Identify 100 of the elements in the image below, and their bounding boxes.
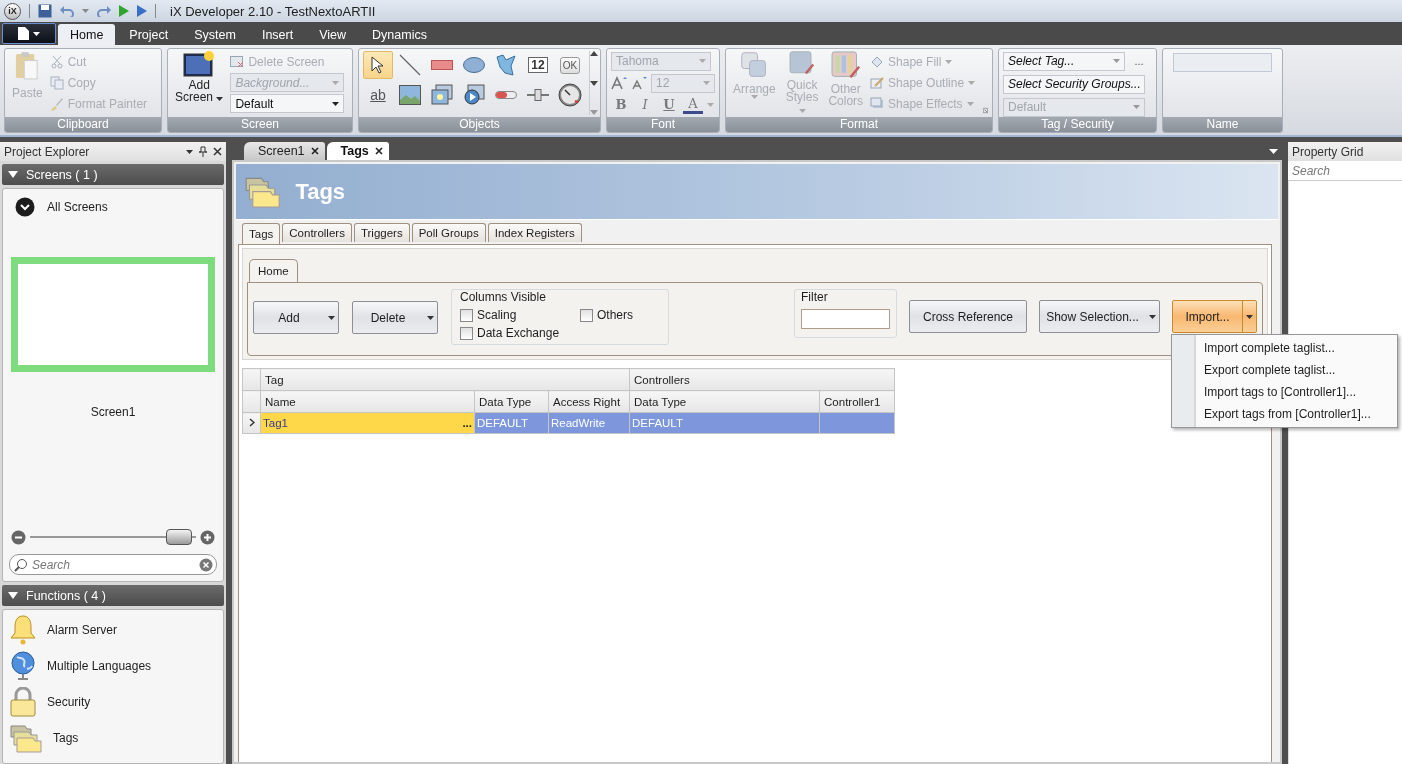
caret-icon	[1148, 314, 1156, 319]
media-icon	[463, 84, 485, 106]
function-item[interactable]: Tags	[9, 720, 217, 756]
function-item[interactable]: Multiple Languages	[9, 648, 217, 684]
scroll-up-icon[interactable]	[590, 51, 598, 56]
caret-icon	[327, 315, 335, 320]
tab[interactable]: Index Registers	[487, 223, 582, 242]
menu-item[interactable]: Import tags to [Controller1]...	[1172, 381, 1397, 403]
split-button[interactable]: Delete	[352, 301, 438, 334]
play-icon[interactable]	[137, 5, 147, 17]
slider-icon	[527, 89, 549, 101]
tab[interactable]: Home	[249, 259, 298, 282]
slider-thumb[interactable]	[166, 529, 193, 545]
section-header[interactable]: Functions ( 4 )	[2, 585, 224, 606]
group-label: Tag / Security	[999, 117, 1156, 132]
group-label: Screen	[168, 117, 352, 132]
application-menu-button[interactable]	[2, 23, 56, 44]
bar-icon	[495, 91, 517, 99]
tab[interactable]: Tags	[242, 223, 281, 244]
object-label: 12	[528, 57, 548, 73]
zoom-in-icon[interactable]	[200, 529, 215, 545]
object-tool-button[interactable]: ab	[363, 81, 393, 109]
menu-item[interactable]: Import complete taglist...	[1172, 337, 1397, 359]
object-label: OK	[559, 56, 581, 74]
more-button[interactable]: ...	[1129, 51, 1149, 71]
close-icon[interactable]	[310, 147, 319, 155]
function-item[interactable]: Alarm Server	[9, 612, 217, 648]
split-button[interactable]: Add	[253, 301, 339, 334]
zoom-slider[interactable]	[30, 529, 196, 545]
caret-icon	[968, 80, 976, 85]
scroll-down-icon[interactable]	[590, 80, 598, 86]
ribbon-tab[interactable]: Insert	[249, 24, 306, 45]
ribbon-tab[interactable]: Dynamics	[360, 24, 439, 45]
checkbox[interactable]: Others	[580, 308, 660, 322]
ribbon-tab[interactable]: Project	[117, 24, 181, 45]
checkbox[interactable]: Data Exchange	[460, 326, 580, 340]
column-header[interactable]: Data Type	[629, 390, 820, 413]
rectangle-icon	[431, 60, 453, 70]
dropdown[interactable]: Select Tag...	[1003, 51, 1125, 71]
redo-icon[interactable]	[97, 5, 111, 17]
padlock-icon	[9, 687, 37, 717]
menu-item[interactable]: Export complete taglist...	[1172, 359, 1397, 381]
tab[interactable]: Triggers	[353, 223, 410, 242]
page-title: Tags	[295, 178, 346, 205]
ellipsis-button[interactable]: ...	[462, 417, 472, 429]
caret-icon	[33, 31, 40, 36]
object-tool-button[interactable]	[555, 81, 585, 109]
caret-icon	[426, 315, 434, 320]
add-screen-button[interactable]: Add Screen	[172, 51, 227, 115]
dropdown[interactable]: Default	[230, 94, 345, 113]
filter-field[interactable]	[801, 309, 890, 329]
copy-icon	[49, 75, 64, 90]
object-tool-button[interactable]	[363, 51, 393, 79]
column-header[interactable]: Name	[260, 390, 475, 413]
object-tool-button[interactable]: OK	[555, 51, 585, 79]
tab[interactable]: Poll Groups	[411, 223, 486, 242]
pencil-icon	[870, 75, 885, 90]
caret-icon	[966, 101, 974, 106]
grow-font-icon	[611, 76, 627, 91]
tab[interactable]: Controllers	[282, 223, 352, 242]
delete-screen-icon	[230, 55, 245, 68]
caret-icon	[707, 102, 714, 107]
ribbon-tab[interactable]: Home	[58, 24, 116, 45]
pin-icon[interactable]	[199, 146, 207, 157]
close-icon[interactable]	[374, 147, 383, 155]
split-button[interactable]: Show Selection...	[1039, 300, 1160, 333]
menu-item[interactable]: Export tags from [Controller1]...	[1172, 403, 1397, 425]
row-header[interactable]	[242, 412, 261, 434]
dropdown-icon	[186, 149, 193, 154]
clear-icon[interactable]	[199, 558, 213, 572]
undo-icon[interactable]	[60, 5, 74, 17]
dropdown[interactable]: Select Security Groups...	[1003, 74, 1145, 94]
function-item[interactable]: Security	[9, 684, 217, 720]
checkbox[interactable]: Scaling	[460, 308, 580, 322]
gallery-scroller[interactable]	[589, 51, 598, 115]
arrange-icon	[740, 51, 769, 79]
button[interactable]: Cross Reference	[909, 300, 1027, 333]
ribbon-tab[interactable]: View	[307, 24, 359, 45]
chevron-circle-icon[interactable]	[15, 197, 35, 217]
search-field[interactable]: Search	[9, 554, 217, 575]
caret-icon	[945, 59, 953, 64]
group-label: Font	[607, 117, 719, 132]
effects-icon	[870, 96, 885, 111]
close-icon[interactable]	[213, 147, 222, 156]
save-icon[interactable]	[38, 4, 52, 18]
document-tab[interactable]: Tags	[326, 142, 389, 160]
name-field[interactable]	[1173, 53, 1272, 72]
zoom-out-icon[interactable]	[11, 529, 26, 545]
object-tool-button[interactable]: 12	[523, 51, 553, 79]
dialog-launcher-icon[interactable]	[983, 106, 988, 115]
screen-thumbnail[interactable]	[11, 257, 215, 372]
ribbon-tab[interactable]: System	[182, 24, 248, 45]
section-header[interactable]: Screens ( 1 )	[2, 164, 224, 185]
caret-icon	[798, 109, 806, 113]
dropdown-icon[interactable]	[1269, 149, 1278, 154]
document-tab[interactable]: Screen1	[244, 142, 325, 160]
object-label: ab	[370, 87, 386, 103]
ellipse-icon	[463, 57, 485, 73]
brush-icon	[49, 96, 64, 111]
search-icon	[14, 558, 28, 572]
